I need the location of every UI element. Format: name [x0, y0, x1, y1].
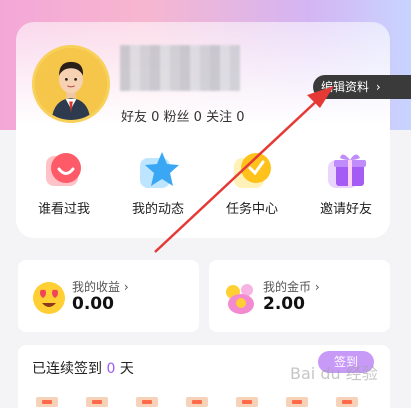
quick-invite[interactable]: 邀请好友: [306, 150, 386, 217]
avatar[interactable]: [32, 45, 110, 123]
coin-bag-icon: [221, 278, 259, 316]
avatar-man-icon: [35, 48, 107, 120]
quick-label: 任务中心: [225, 202, 278, 217]
heart-face-icon: [42, 150, 86, 190]
day-reward-icon: [236, 397, 258, 407]
day-reward-icon: [336, 397, 358, 407]
chevron-right-icon: ›: [375, 80, 381, 94]
checkin-days-row: [36, 397, 376, 408]
income-card[interactable]: 我的收益 › 0.00: [18, 260, 199, 332]
checkin-suffix: 天: [115, 361, 134, 377]
income-title: 我的收益 ›: [72, 280, 129, 294]
watermark: Bai du 经验: [290, 364, 378, 383]
coins-card[interactable]: 我的金币 › 2.00: [209, 260, 390, 332]
edit-profile-label: 编辑资料: [321, 80, 370, 94]
quick-visitors[interactable]: 谁看过我: [24, 150, 104, 217]
checkin-title: 已连续签到 0 天: [32, 358, 134, 378]
day-reward-icon: [86, 397, 108, 407]
day-reward-icon: [286, 397, 308, 407]
heart-eyes-icon: [30, 278, 68, 316]
coins-title: 我的金币 ›: [263, 280, 320, 294]
follow-stats[interactable]: 好友 0 粉丝 0 关注 0: [121, 106, 244, 125]
quick-label: 邀请好友: [319, 202, 372, 217]
username-blurred: [120, 45, 240, 91]
income-value: 0.00: [72, 294, 114, 314]
day-reward-icon: [36, 397, 58, 407]
day-reward-icon: [186, 397, 208, 407]
checkin-prefix: 已连续签到: [32, 361, 107, 377]
quick-tasks[interactable]: 任务中心: [212, 150, 292, 217]
quick-label: 谁看过我: [37, 202, 90, 217]
quick-moments[interactable]: 我的动态: [118, 150, 198, 217]
edit-profile-button[interactable]: 编辑资料 ›: [313, 75, 411, 99]
coin-check-icon: [230, 150, 274, 190]
quick-actions: 谁看过我 我的动态 任务中心 邀请好友: [16, 150, 390, 230]
day-reward-icon: [136, 397, 158, 407]
star-icon: [136, 150, 180, 190]
quick-label: 我的动态: [131, 202, 184, 217]
gift-icon: [324, 150, 368, 190]
coins-value: 2.00: [263, 294, 305, 314]
